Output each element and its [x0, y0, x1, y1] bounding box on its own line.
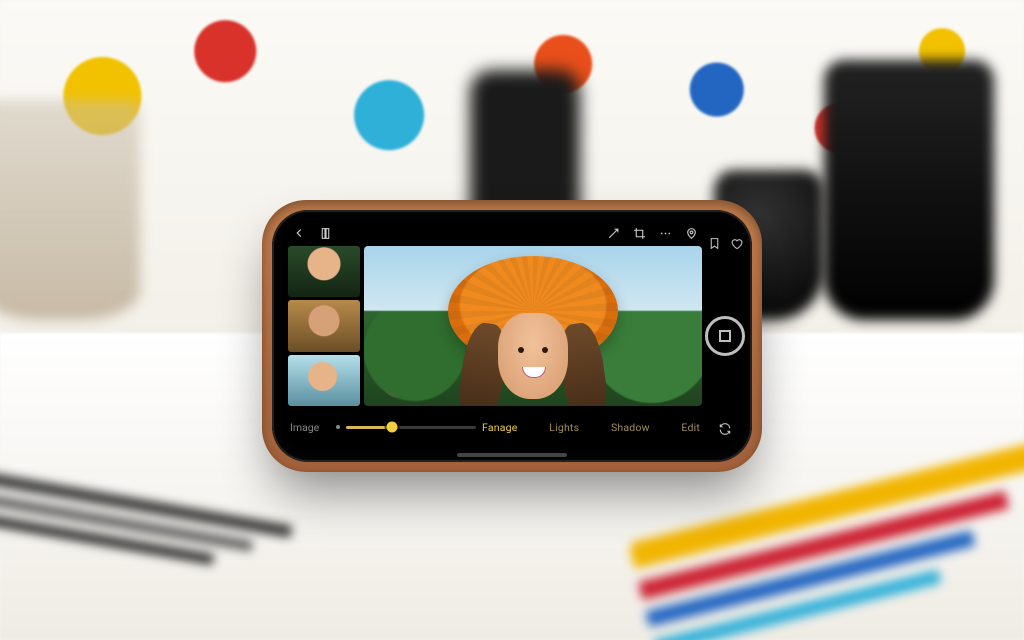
- home-indicator: [457, 453, 567, 457]
- segment-edit[interactable]: Edit: [681, 421, 700, 434]
- phone-bezel: Image Fanage Lights Shadow Edit: [272, 210, 752, 462]
- location-icon[interactable]: [684, 226, 698, 240]
- editor-controls: Image Fanage Lights Shadow Edit: [288, 406, 702, 452]
- heart-icon[interactable]: [729, 236, 743, 250]
- thumbnail-strip: [288, 246, 360, 406]
- slider-thumb[interactable]: [386, 422, 397, 433]
- segment-shadow[interactable]: Shadow: [611, 421, 650, 434]
- camera-side-column: [704, 220, 746, 452]
- bookmark-icon[interactable]: [707, 236, 721, 250]
- thumbnail-3[interactable]: [288, 355, 360, 406]
- control-left-label: Image: [290, 421, 330, 434]
- segment-lights[interactable]: Lights: [549, 421, 579, 434]
- back-icon[interactable]: [292, 226, 306, 240]
- dot-divider: [336, 425, 340, 429]
- camera-switch-icon[interactable]: [718, 422, 732, 436]
- crop-icon[interactable]: [632, 226, 646, 240]
- editor-main: [288, 246, 702, 406]
- segment-fanage[interactable]: Fanage: [482, 421, 518, 434]
- adjust-slider[interactable]: [346, 426, 476, 429]
- segment-labels: Fanage Lights Shadow Edit: [482, 421, 700, 434]
- prop-brush-cup: [824, 60, 994, 320]
- photo-preview[interactable]: [364, 246, 702, 406]
- aspect-icon[interactable]: [318, 226, 332, 240]
- more-icon[interactable]: [658, 226, 672, 240]
- app-screen: Image Fanage Lights Shadow Edit: [288, 220, 702, 452]
- thumbnail-1[interactable]: [288, 246, 360, 297]
- shutter-inner-icon: [719, 330, 731, 342]
- subject-face: [498, 313, 568, 399]
- wand-icon[interactable]: [606, 226, 620, 240]
- smartphone: Image Fanage Lights Shadow Edit: [262, 200, 762, 472]
- prop-jar-left: [0, 100, 140, 320]
- editor-topbar: [288, 220, 702, 246]
- thumbnail-2[interactable]: [288, 300, 360, 351]
- shutter-button[interactable]: [705, 316, 745, 356]
